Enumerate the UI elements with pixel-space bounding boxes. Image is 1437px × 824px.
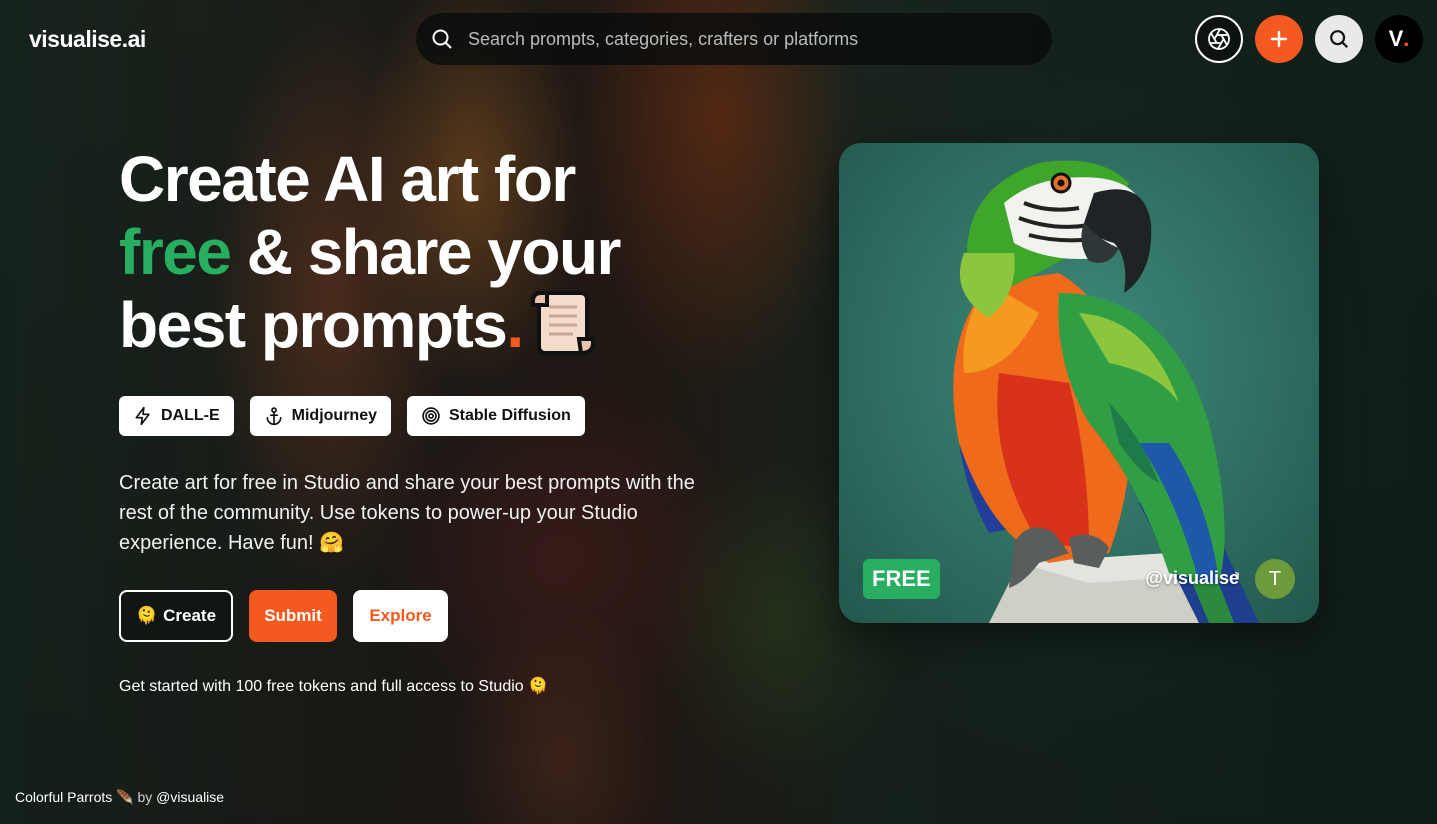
- chip-dall-e[interactable]: DALL-E: [119, 396, 234, 436]
- scroll-icon: [530, 291, 595, 356]
- search-input[interactable]: [466, 27, 1030, 51]
- melting-face-emoji: 🫠: [135, 606, 158, 625]
- submit-button[interactable]: Submit: [249, 590, 337, 642]
- card-author-avatar[interactable]: T: [1255, 559, 1295, 599]
- hero-headline: Create AI art for free & share your best…: [119, 143, 621, 361]
- free-badge: FREE: [863, 559, 940, 599]
- anchor-icon: [266, 407, 282, 426]
- platform-chips: DALL-E Midjourney Stable Diffusion: [119, 396, 585, 436]
- tokens-note: Get started with 100 free tokens and ful…: [119, 678, 549, 695]
- create-button[interactable]: 🫠 Create: [119, 590, 233, 642]
- search-icon: [1330, 30, 1349, 49]
- artwork-credit[interactable]: Colorful Parrots 🪶 by @visualise: [15, 789, 224, 806]
- add-button[interactable]: [1255, 15, 1303, 63]
- search-button[interactable]: [1315, 15, 1363, 63]
- aperture-icon: [1208, 28, 1230, 50]
- card-author[interactable]: @visualise: [1145, 568, 1239, 589]
- chip-midjourney[interactable]: Midjourney: [249, 396, 391, 436]
- hero-description: Create art for free in Studio and share …: [119, 472, 695, 554]
- featured-artwork-card[interactable]: FREE @visualise T: [839, 143, 1319, 623]
- parrot-image: [953, 160, 1259, 623]
- cta-group: 🫠 Create Submit Explore: [119, 590, 448, 642]
- explore-button[interactable]: Explore: [353, 590, 448, 642]
- chip-stable-diffusion[interactable]: Stable Diffusion: [407, 396, 585, 436]
- lightning-icon: [135, 406, 150, 426]
- studio-button[interactable]: [1195, 15, 1243, 63]
- search-icon: [432, 29, 452, 49]
- target-icon: [422, 407, 440, 425]
- user-avatar[interactable]: V.: [1375, 15, 1423, 63]
- site-logo[interactable]: visualise.ai: [29, 26, 146, 53]
- search-bar[interactable]: [416, 13, 1052, 65]
- plus-icon: [1270, 30, 1288, 48]
